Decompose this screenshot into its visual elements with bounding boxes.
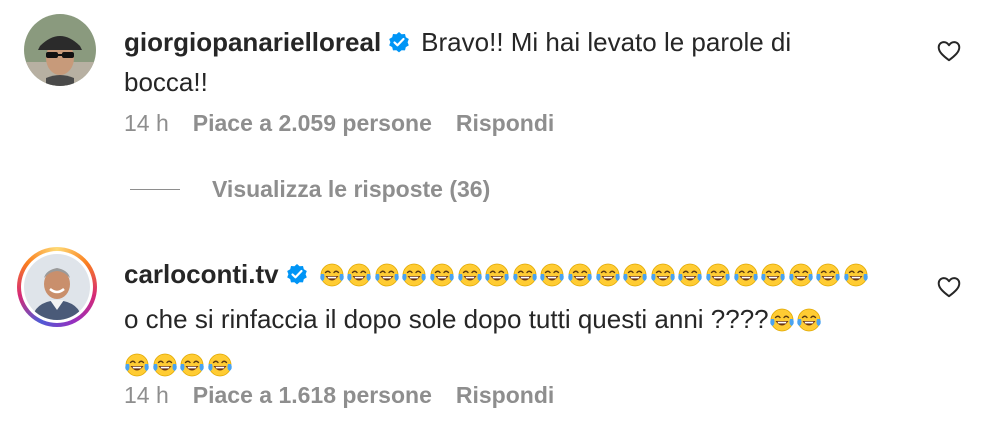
face-with-tears-of-joy-icon — [208, 353, 232, 377]
face-with-tears-of-joy-icon — [816, 263, 841, 287]
face-with-tears-of-joy-icon — [595, 263, 620, 287]
emoji-row-2 — [769, 304, 824, 344]
face-with-tears-of-joy-icon — [678, 263, 703, 287]
face-with-tears-of-joy-icon — [485, 263, 509, 287]
comment-meta: 14 h Piace a 1.618 persone Rispondi — [124, 382, 554, 409]
comment-username[interactable]: carloconti.tv — [124, 259, 279, 289]
avatar — [24, 254, 90, 320]
face-with-tears-of-joy-icon — [769, 308, 794, 332]
comment-text: o che si rinfaccia il dopo sole dopo tut… — [124, 304, 769, 334]
reply-button[interactable]: Rispondi — [456, 382, 554, 409]
face-with-tears-of-joy-icon — [623, 263, 647, 287]
face-with-tears-of-joy-icon — [347, 263, 371, 287]
face-with-tears-of-joy-icon — [797, 308, 821, 332]
story-ring[interactable] — [17, 247, 97, 327]
face-with-tears-of-joy-icon — [319, 263, 344, 287]
comment-likes[interactable]: Piace a 1.618 persone — [193, 382, 432, 409]
face-with-tears-of-joy-icon — [375, 263, 399, 287]
verified-badge-icon — [286, 264, 307, 285]
face-with-tears-of-joy-icon — [788, 263, 813, 287]
face-with-tears-of-joy-icon — [733, 263, 758, 287]
face-with-tears-of-joy-icon — [430, 263, 454, 287]
face-with-tears-of-joy-icon — [152, 353, 177, 377]
avatar-smiling-man-icon — [24, 254, 90, 320]
face-with-tears-of-joy-icon — [402, 263, 427, 287]
comment-carloconti-tv: carloconti.tv o che si rinfaccia il dopo… — [0, 0, 984, 428]
face-with-tears-of-joy-icon — [125, 353, 149, 377]
face-with-tears-of-joy-icon — [650, 263, 675, 287]
face-with-tears-of-joy-icon — [706, 263, 730, 287]
face-with-tears-of-joy-icon — [568, 263, 592, 287]
like-heart-icon[interactable] — [936, 274, 962, 300]
emoji-row-1 — [319, 259, 871, 299]
comment-time[interactable]: 14 h — [124, 382, 169, 409]
face-with-tears-of-joy-icon — [457, 263, 482, 287]
face-with-tears-of-joy-icon — [844, 263, 868, 287]
face-with-tears-of-joy-icon — [180, 353, 204, 377]
face-with-tears-of-joy-icon — [513, 263, 537, 287]
face-with-tears-of-joy-icon — [761, 263, 785, 287]
face-with-tears-of-joy-icon — [540, 263, 565, 287]
